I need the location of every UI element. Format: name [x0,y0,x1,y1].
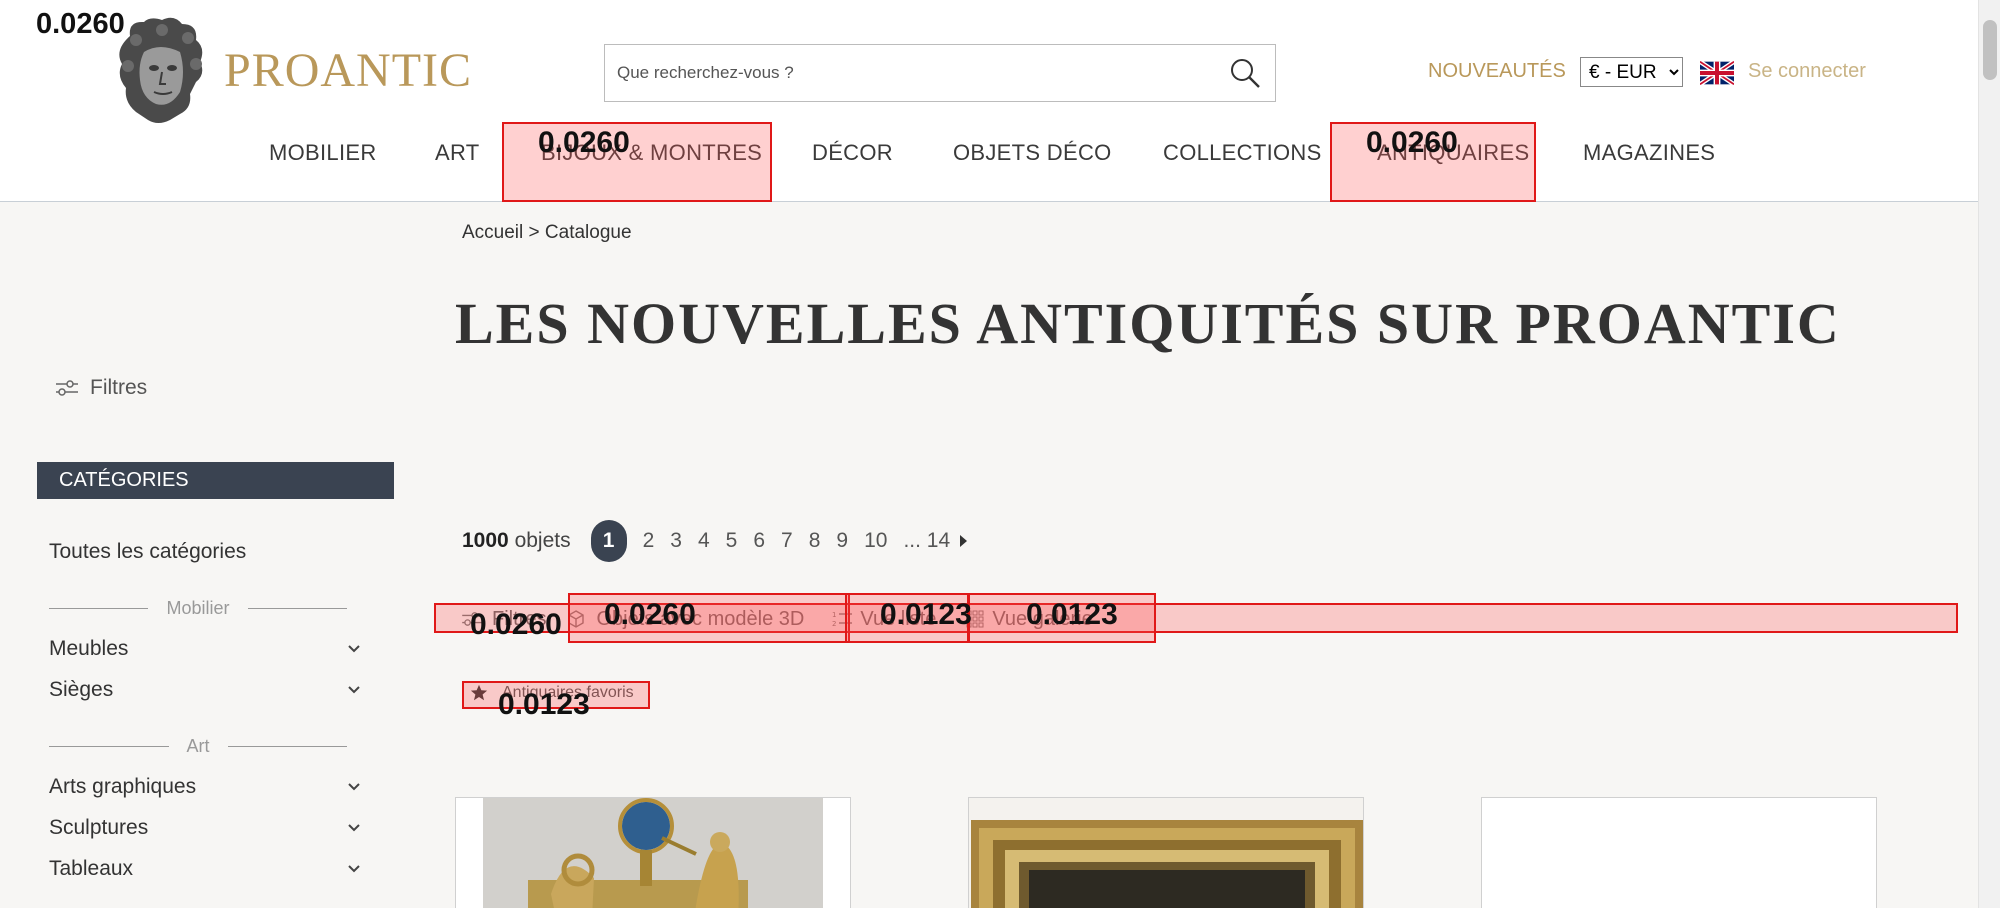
breadcrumb[interactable]: Accueil > Catalogue [462,222,632,244]
site-header: PROANTIC NOUVEAUTÉS € - EUR Se connecter… [0,0,1978,202]
logo-head-icon [119,17,203,123]
nav-mobilier[interactable]: MOBILIER [269,140,377,166]
overlay-label-bijoux: 0.0260 [538,126,630,159]
page-link[interactable]: 7 [781,529,793,553]
all-categories-link[interactable]: Toutes les catégories [49,540,246,564]
product-card[interactable] [1481,797,1877,908]
product-card[interactable] [968,797,1364,908]
category-label: Arts graphiques [49,775,197,798]
overlay-label-list: 0.0123 [880,598,972,631]
chevron-down-icon [348,783,360,791]
category-label: Sculptures [49,816,149,839]
overlay-label-corner: 0.0260 [36,8,125,40]
currency-select[interactable]: € - EUR [1580,57,1683,87]
result-count-label: objets [514,529,571,552]
search-bar [604,44,1276,102]
page-link[interactable]: 3 [670,529,682,553]
page-link[interactable]: 9 [836,529,848,553]
group-label-art: Art [186,735,210,756]
product-image-placeholder [1482,798,1876,908]
logo[interactable]: PROANTIC [110,16,472,124]
logo-text: PROANTIC [224,43,473,97]
page-link[interactable]: 2 [643,529,655,553]
chevron-down-icon [348,865,360,873]
nav-art[interactable]: ART [435,140,480,166]
category-label: Sièges [49,678,114,701]
category-sculptures[interactable]: Sculptures [49,816,361,840]
scrollbar-thumb[interactable] [1983,20,1997,80]
filters-toggle[interactable]: Filtres [56,376,147,400]
page-current[interactable]: 1 [590,520,627,562]
nouveautes-link[interactable]: NOUVEAUTÉS [1428,60,1566,83]
result-count: 1000 objets [462,529,571,553]
product-image [969,798,1363,908]
uk-flag-icon[interactable] [1700,61,1734,85]
search-icon [1231,59,1260,88]
main-nav: MOBILIER ART BIJOUX & MONTRES DÉCOR OBJE… [0,140,1978,184]
nav-decor[interactable]: DÉCOR [812,140,893,166]
page-scrollbar[interactable] [1978,0,2000,908]
page-link[interactable]: 6 [753,529,765,553]
chevron-down-icon [348,824,360,832]
search-input[interactable] [605,45,1215,101]
page-link-last[interactable]: ... 14 [903,529,950,553]
overlay-label-favorites: 0.0123 [498,688,590,721]
chevron-down-icon [348,686,360,694]
overlay-label-gallery: 0.0123 [1026,598,1118,631]
page-link[interactable]: 8 [809,529,821,553]
category-meubles[interactable]: Meubles [49,637,361,661]
product-card[interactable] [455,797,851,908]
category-label: Tableaux [49,857,134,880]
overlay-label-antiquaires: 0.0260 [1366,126,1458,159]
chevron-down-icon [348,645,360,653]
page-link[interactable]: 5 [726,529,738,553]
group-divider-art: Art [49,735,348,756]
product-image [483,798,823,908]
pagination: 1000 objets 1 2 3 4 5 6 7 8 9 10 ... 14 [462,520,968,562]
next-page-icon[interactable] [958,534,968,548]
page-link[interactable]: 4 [698,529,710,553]
group-divider-mobilier: Mobilier [49,598,347,618]
search-button[interactable] [1215,45,1275,101]
category-arts-graphiques[interactable]: Arts graphiques [49,775,361,799]
filters-label: Filtres [90,376,148,399]
nav-objets-deco[interactable]: OBJETS DÉCO [953,140,1112,166]
result-count-number: 1000 [462,529,509,552]
page-link[interactable]: 10 [864,529,887,553]
overlay-label-model3d: 0.0260 [604,598,696,631]
page-title: LES NOUVELLES ANTIQUITÉS SUR PROANTIC [455,291,1841,356]
login-link[interactable]: Se connecter [1748,60,1866,83]
filter-sliders-icon [56,380,78,396]
group-label-mobilier: Mobilier [166,597,230,618]
categories-header: CATÉGORIES [37,462,394,499]
category-label: Meubles [49,637,129,660]
overlay-label-filters: 0.0260 [470,608,562,641]
category-sieges[interactable]: Sièges [49,678,361,702]
category-tableaux[interactable]: Tableaux [49,857,361,881]
nav-collections[interactable]: COLLECTIONS [1163,140,1322,166]
nav-magazines[interactable]: MAGAZINES [1583,140,1715,166]
